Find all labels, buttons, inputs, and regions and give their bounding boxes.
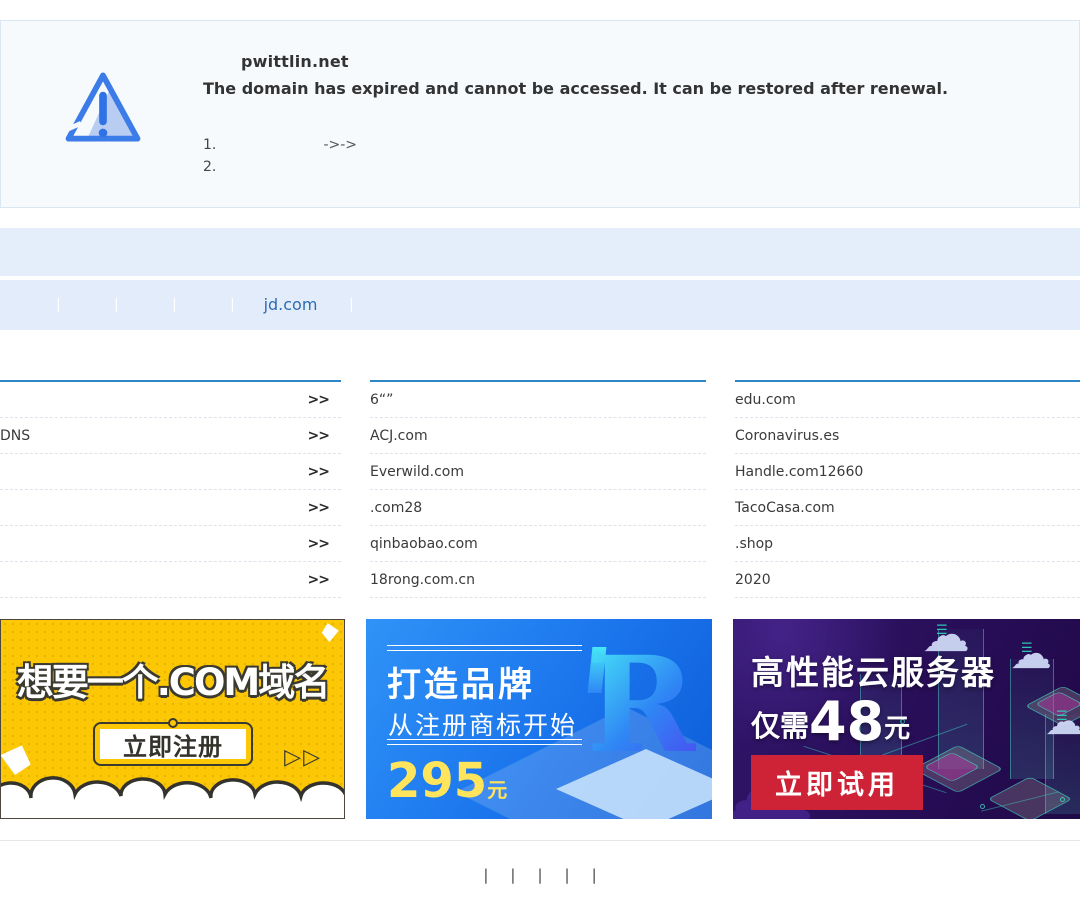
nav-item-jd-com[interactable]: jd.com bbox=[232, 280, 349, 330]
item-label[interactable]: ACJ.com bbox=[370, 428, 428, 444]
price: 295元 bbox=[387, 753, 507, 809]
list-item[interactable]: edu.com bbox=[735, 382, 1080, 418]
more-arrow[interactable]: >> bbox=[308, 464, 341, 480]
ad-banners: 想要一个.COM域名 立即注册 ▷▷ 打造品牌 从注册商标开始 295元 R bbox=[0, 619, 1080, 819]
expired-domain-name: pwittlin.net bbox=[241, 52, 1079, 71]
banner-subtitle: 从注册商标开始 bbox=[388, 706, 577, 742]
footer-separator: | bbox=[537, 866, 542, 884]
step-number: 1. bbox=[203, 134, 219, 156]
expired-notice-panel: pwittlin.net The domain has expired and … bbox=[0, 20, 1080, 208]
price-unit: 元 bbox=[487, 778, 507, 802]
list-item[interactable]: 2020 bbox=[735, 562, 1080, 598]
top-gap bbox=[0, 0, 1080, 20]
banner-title: 高性能云服务器 bbox=[751, 646, 996, 694]
spacer bbox=[0, 208, 1080, 228]
more-arrow[interactable]: >> bbox=[308, 500, 341, 516]
footer-separator: | bbox=[592, 866, 597, 884]
jd-com-link[interactable]: jd.com bbox=[264, 295, 318, 314]
item-label[interactable]: DNS bbox=[0, 428, 30, 444]
list-item[interactable]: ACJ.com bbox=[370, 418, 706, 454]
nav-separator: | bbox=[349, 280, 351, 330]
list-item[interactable]: 6“” bbox=[370, 382, 706, 418]
step-text: ->-> bbox=[323, 137, 357, 153]
register-now-label: 立即注册 bbox=[100, 729, 246, 759]
list-item[interactable]: qinbaobao.com bbox=[370, 526, 706, 562]
nav-item-1[interactable] bbox=[0, 280, 56, 330]
list-item[interactable]: >> bbox=[0, 382, 341, 418]
footer-separator: | bbox=[565, 866, 570, 884]
domain-link-columns: >> DNS >> >> >> >> >> 6“” ACJ.com Everwil… bbox=[0, 380, 1080, 598]
list-item[interactable]: >> bbox=[0, 526, 341, 562]
double-rule-decor bbox=[387, 645, 582, 651]
more-arrow[interactable]: >> bbox=[308, 428, 341, 444]
list-item[interactable]: Handle.com12660 bbox=[735, 454, 1080, 490]
link-column-right: edu.com Coronavirus.es Handle.com12660 T… bbox=[735, 380, 1080, 598]
list-item[interactable]: Everwild.com bbox=[370, 454, 706, 490]
notice-step-1: 1. ->-> bbox=[203, 134, 1079, 156]
link-column-middle: 6“” ACJ.com Everwild.com .com28 qinbaoba… bbox=[370, 380, 706, 598]
banner-trademark[interactable]: 打造品牌 从注册商标开始 295元 R bbox=[366, 619, 712, 819]
notice-body: pwittlin.net The domain has expired and … bbox=[203, 21, 1079, 178]
cloud-icon: ☁☰ bbox=[1010, 629, 1052, 678]
banner-cloud-server[interactable]: ☁☰ ☁☰ ☁☰ ☁ 高性能云服务器 仅需48元 立即试用 bbox=[733, 619, 1080, 819]
banner-title: 想要一个.COM域名 bbox=[1, 652, 344, 706]
item-label[interactable]: TacoCasa.com bbox=[735, 500, 835, 516]
item-label[interactable]: Coronavirus.es bbox=[735, 428, 839, 444]
list-item[interactable]: >> bbox=[0, 562, 341, 598]
link-column-left: >> DNS >> >> >> >> >> bbox=[0, 380, 341, 598]
nav-bar: | | | | jd.com | bbox=[0, 280, 1080, 330]
item-label[interactable]: .com28 bbox=[370, 500, 422, 516]
item-label[interactable]: qinbaobao.com bbox=[370, 536, 478, 552]
cloud-icon: ☁☰ bbox=[1045, 699, 1080, 743]
item-label[interactable]: edu.com bbox=[735, 392, 796, 408]
warning-triangle-icon bbox=[57, 57, 149, 159]
more-arrow[interactable]: >> bbox=[308, 572, 341, 588]
item-label[interactable]: .shop bbox=[735, 536, 773, 552]
header-band bbox=[0, 228, 1080, 276]
price-number: 295 bbox=[387, 753, 487, 809]
item-label[interactable]: Handle.com12660 bbox=[735, 464, 863, 480]
banner-com-domain[interactable]: 想要一个.COM域名 立即注册 ▷▷ bbox=[0, 619, 345, 819]
trademark-r-logo: R bbox=[586, 633, 696, 778]
banner-title: 打造品牌 bbox=[387, 657, 535, 706]
button-dot-decor bbox=[168, 718, 178, 728]
item-label[interactable]: 2020 bbox=[735, 572, 771, 588]
footer-separator: | bbox=[483, 866, 488, 884]
list-item[interactable]: Coronavirus.es bbox=[735, 418, 1080, 454]
expired-message: The domain has expired and cannot be acc… bbox=[203, 79, 1079, 98]
more-arrow[interactable]: >> bbox=[308, 392, 341, 408]
list-item[interactable]: 18rong.com.cn bbox=[370, 562, 706, 598]
price-prefix: 仅需 bbox=[751, 704, 809, 749]
try-now-button[interactable]: 立即试用 bbox=[751, 755, 923, 810]
list-item[interactable]: >> bbox=[0, 490, 341, 526]
nav-item-3[interactable] bbox=[116, 280, 172, 330]
server-rack-icon: ☰ bbox=[936, 623, 947, 638]
list-item[interactable]: .shop bbox=[735, 526, 1080, 562]
cloud-border-decor bbox=[0, 756, 345, 819]
footer-links: | | | | | bbox=[0, 866, 1080, 884]
notice-step-2: 2. bbox=[203, 156, 1079, 178]
paper-decor-icon bbox=[320, 622, 340, 643]
double-rule-decor bbox=[387, 739, 582, 745]
item-label[interactable]: 18rong.com.cn bbox=[370, 572, 475, 588]
footer-separator: | bbox=[510, 866, 515, 884]
item-label[interactable]: Everwild.com bbox=[370, 464, 464, 480]
nav-item-4[interactable] bbox=[174, 280, 230, 330]
price-number: 48 bbox=[809, 695, 884, 749]
list-item[interactable]: >> bbox=[0, 454, 341, 490]
footer-divider bbox=[0, 840, 1080, 841]
list-item[interactable]: DNS >> bbox=[0, 418, 341, 454]
price-unit: 元 bbox=[884, 710, 910, 749]
list-item[interactable]: .com28 bbox=[370, 490, 706, 526]
step-number: 2. bbox=[203, 156, 219, 178]
server-rack-icon: ☰ bbox=[1056, 709, 1067, 724]
notice-steps: 1. ->-> 2. bbox=[203, 134, 1079, 178]
item-label[interactable]: 6“” bbox=[370, 392, 393, 408]
nav-item-2[interactable] bbox=[58, 280, 114, 330]
list-item[interactable]: TacoCasa.com bbox=[735, 490, 1080, 526]
server-rack-icon: ☰ bbox=[1021, 641, 1032, 656]
more-arrow[interactable]: >> bbox=[308, 536, 341, 552]
price: 仅需48元 bbox=[751, 695, 910, 749]
